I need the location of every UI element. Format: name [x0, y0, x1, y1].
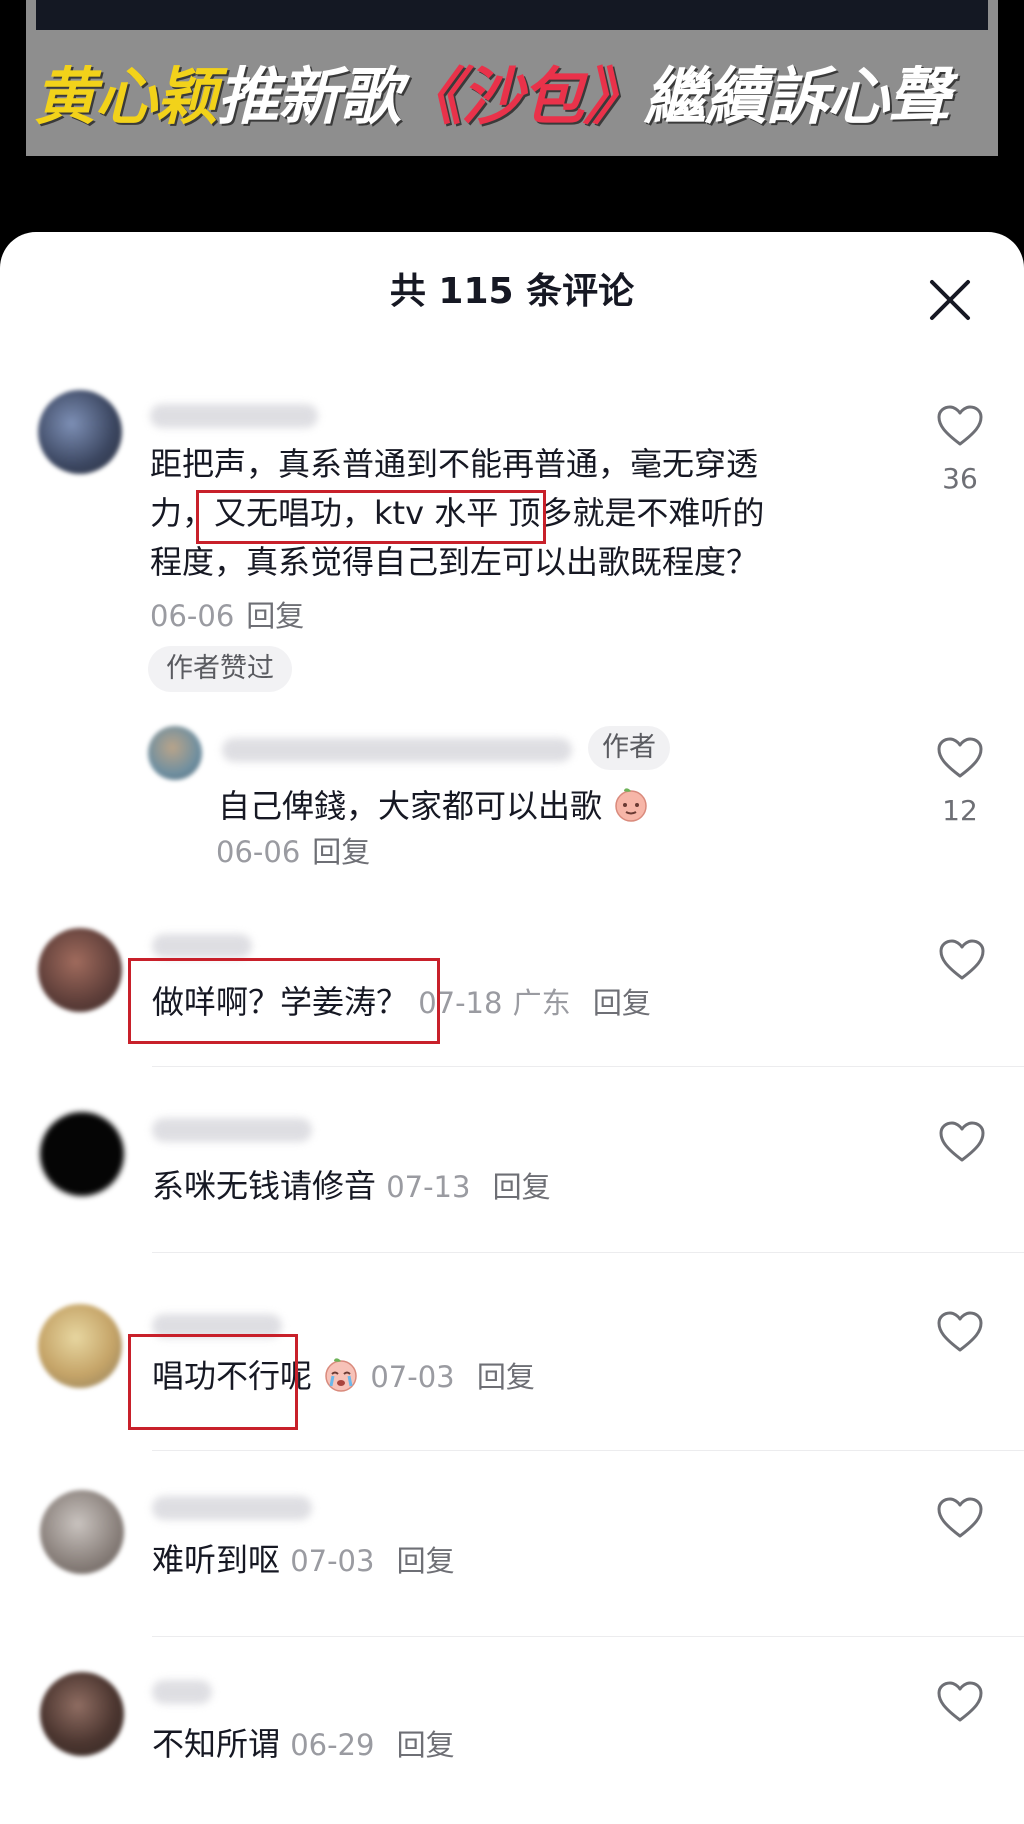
reply-button[interactable]: 回复	[493, 1170, 551, 1204]
comment-location: 广东	[512, 986, 571, 1020]
comment-text: 不知所谓 06-29 回复	[152, 1720, 455, 1770]
avatar[interactable]	[38, 1304, 122, 1388]
close-icon	[930, 280, 970, 320]
close-button[interactable]	[922, 272, 978, 328]
peach-face-emoji-icon	[615, 788, 647, 822]
reply-date: 06-06	[216, 835, 301, 869]
avatar[interactable]	[38, 928, 122, 1012]
video-frame-strip	[36, 0, 988, 30]
highlight-box	[128, 1334, 298, 1430]
reply-button[interactable]: 回复	[397, 1544, 455, 1578]
heart-icon[interactable]	[938, 938, 986, 982]
comment-text-line-1: 距把声，真系普通到不能再普通，毫无穿透	[150, 445, 759, 483]
video-area[interactable]: 黄心颖推新歌《沙包》繼續訴心聲	[0, 0, 1024, 250]
heart-icon[interactable]	[936, 1680, 984, 1724]
author-liked-badge: 作者赞过	[148, 646, 292, 692]
heart-icon[interactable]	[936, 1310, 984, 1354]
reply-text-content: 自己俾錢，大家都可以出歌	[218, 787, 603, 825]
avatar[interactable]	[38, 390, 122, 474]
reply-button[interactable]: 回复	[593, 986, 651, 1020]
reply-button[interactable]: 回复	[397, 1728, 455, 1762]
avatar[interactable]	[40, 1672, 124, 1756]
reply-button[interactable]: 回复	[246, 599, 304, 633]
avatar[interactable]	[148, 726, 202, 780]
heart-icon[interactable]	[936, 404, 984, 448]
reply-text: 自己俾錢，大家都可以出歌	[218, 782, 650, 831]
username-blurred[interactable]	[222, 738, 572, 762]
caption-part-rest: 繼續訴心聲	[644, 60, 950, 133]
highlight-box	[128, 958, 440, 1044]
heart-icon[interactable]	[936, 1496, 984, 1540]
like-count: 36	[942, 462, 978, 495]
like-count: 12	[942, 794, 978, 827]
reply-meta: 06-06 回复	[216, 830, 370, 874]
divider	[152, 1636, 1024, 1637]
video-caption-banner: 黄心颖推新歌《沙包》繼續訴心聲	[26, 0, 998, 156]
comment-date: 07-13	[386, 1170, 471, 1204]
caption-part-song: 《沙包》	[400, 60, 645, 133]
username-blurred[interactable]	[152, 934, 252, 958]
comment-text-content: 系咪无钱请修音	[152, 1167, 377, 1205]
username-blurred[interactable]	[152, 1118, 312, 1142]
comment-date: 06-29	[290, 1728, 375, 1762]
username-blurred[interactable]	[152, 1680, 212, 1704]
username-blurred[interactable]	[150, 404, 318, 428]
avatar[interactable]	[40, 1490, 124, 1574]
reply-button[interactable]: 回复	[312, 835, 370, 869]
avatar[interactable]	[40, 1112, 124, 1196]
caption-part-verb: 推新歌	[217, 60, 401, 133]
divider	[152, 1450, 1024, 1451]
comment-sheet: 共 115 条评论 距把声，真系普通到不能再普通，毫无穿透 力，又无唱功，ktv…	[0, 232, 1024, 1824]
heart-icon[interactable]	[938, 1120, 986, 1164]
username-blurred[interactable]	[152, 1496, 312, 1520]
divider	[152, 1066, 1024, 1067]
comment-text-content: 不知所谓	[152, 1725, 281, 1763]
comment-text-content: 难听到呕	[152, 1541, 281, 1579]
comment-text: 难听到呕 07-03 回复	[152, 1536, 455, 1586]
comment-text: 系咪无钱请修音 07-13 回复	[152, 1162, 551, 1212]
reply-button[interactable]: 回复	[477, 1360, 535, 1394]
comment-meta: 06-06 回复	[150, 594, 304, 638]
comment-text-line-3: 程度，真系觉得自己到左可以出歌既程度？	[150, 543, 759, 581]
divider	[152, 1252, 1024, 1253]
video-caption-title: 黄心颖推新歌《沙包》繼續訴心聲	[34, 52, 994, 142]
heart-icon[interactable]	[936, 736, 984, 780]
highlight-box	[196, 490, 546, 544]
comment-count-title: 共 115 条评论	[389, 271, 635, 312]
crying-face-emoji-icon	[325, 1358, 357, 1392]
comment-date: 07-03	[370, 1360, 455, 1394]
comment-date: 06-06	[150, 599, 235, 633]
author-badge: 作者	[588, 726, 670, 770]
caption-part-name: 黄心颖	[34, 60, 218, 133]
comment-date: 07-03	[290, 1544, 375, 1578]
